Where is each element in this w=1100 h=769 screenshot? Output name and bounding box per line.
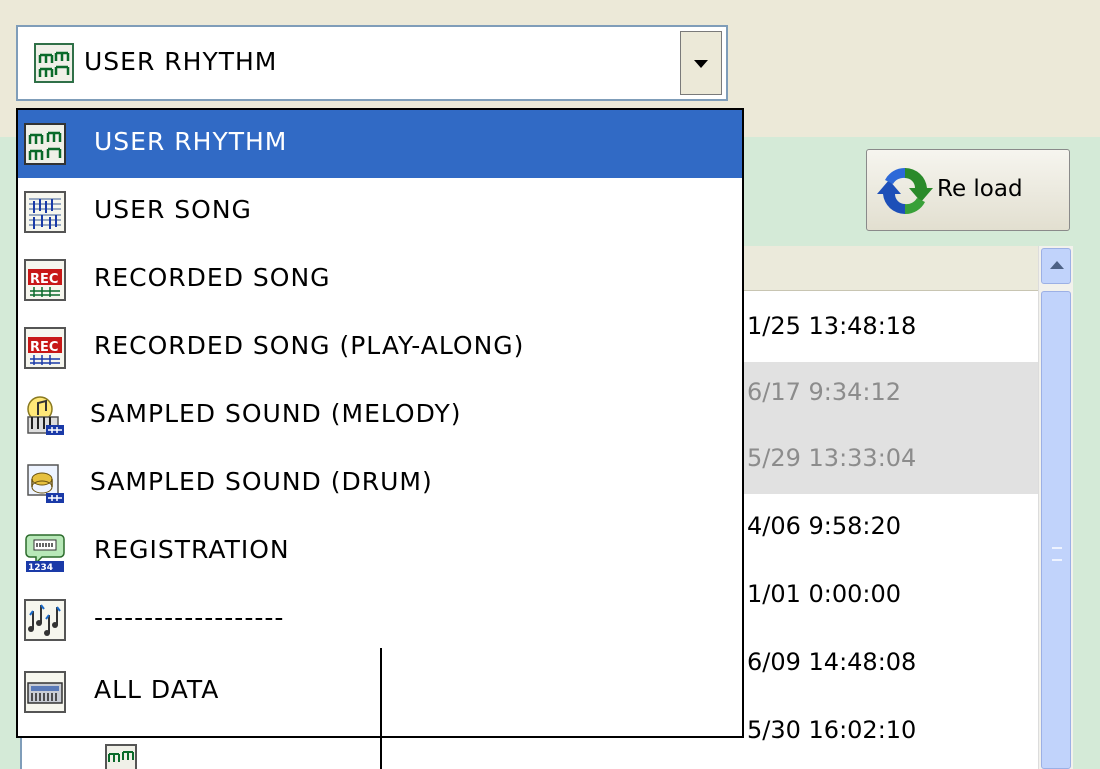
svg-text:REC: REC [30, 272, 58, 287]
row-timestamp: 6/17 9:34:12 [747, 378, 902, 406]
dropdown-item-user-rhythm[interactable]: USER RHYTHM [18, 110, 742, 178]
combobox-value: USER RHYTHM [84, 47, 278, 76]
sampled-sound-drum-icon [27, 464, 64, 503]
user-rhythm-icon [105, 744, 137, 769]
user-rhythm-icon [34, 43, 74, 83]
chevron-down-icon [694, 60, 708, 68]
dropdown-item-user-song[interactable]: USER SONG [18, 178, 742, 246]
svg-text:1234: 1234 [28, 563, 53, 573]
user-rhythm-icon [24, 123, 66, 165]
row-timestamp: 1/25 13:48:18 [747, 312, 917, 340]
dropdown-item-label: RECORDED SONG [94, 263, 331, 292]
dropdown-item-recorded-song[interactable]: REC RECORDED SONG [18, 246, 742, 314]
row-timestamp: 5/29 13:33:04 [747, 444, 917, 472]
dropdown-item-label: ALL DATA [94, 675, 220, 704]
chevron-up-icon [1050, 261, 1064, 269]
scroll-up-button[interactable] [1041, 248, 1071, 284]
dropdown-item-label: SAMPLED SOUND (DRUM) [90, 467, 433, 496]
row-timestamp: 1/01 0:00:00 [747, 580, 902, 608]
dropdown-item-registration[interactable]: 1234 REGISTRATION [18, 518, 742, 586]
reload-button-label: Re load [937, 176, 1023, 202]
dropdown-item-label: SAMPLED SOUND (MELODY) [90, 399, 462, 428]
keyboard-icon [24, 671, 66, 713]
reload-button[interactable]: Re load [866, 149, 1070, 231]
data-type-combobox[interactable]: USER RHYTHM [16, 25, 728, 101]
combobox-dropdown-button[interactable] [680, 31, 722, 95]
dropdown-item-label: ------------------- [94, 603, 285, 632]
dropdown-item-sampled-sound-drum[interactable]: SAMPLED SOUND (DRUM) [18, 450, 742, 518]
sampled-sound-melody-icon [27, 396, 64, 435]
music-notes-icon [24, 599, 66, 641]
vertical-scrollbar[interactable] [1038, 246, 1073, 769]
scroll-thumb[interactable] [1041, 291, 1071, 769]
data-type-dropdown-list[interactable]: USER RHYTHM USER SONG REC RECORDED SONG … [16, 108, 744, 738]
dropdown-item-label: USER RHYTHM [94, 127, 288, 156]
recorded-song-icon: REC [24, 327, 66, 369]
user-song-icon [24, 191, 66, 233]
row-timestamp: 4/06 9:58:20 [747, 512, 902, 540]
pointer-line [380, 648, 382, 769]
recorded-song-icon: REC [24, 259, 66, 301]
row-timestamp: 5/30 16:02:10 [747, 716, 917, 744]
dropdown-item-label: REGISTRATION [94, 535, 290, 564]
dropdown-item-separator[interactable]: ------------------- [18, 586, 742, 654]
registration-icon: 1234 [25, 534, 65, 573]
dropdown-item-recorded-song-play-along[interactable]: REC RECORDED SONG (PLAY-ALONG) [18, 314, 742, 382]
reload-icon [877, 167, 933, 215]
dropdown-item-label: RECORDED SONG (PLAY-ALONG) [94, 331, 525, 360]
grip-icon [1052, 547, 1062, 561]
row-timestamp: 6/09 14:48:08 [747, 648, 917, 676]
dropdown-item-label: USER SONG [94, 195, 252, 224]
svg-text:REC: REC [30, 340, 58, 355]
dropdown-item-sampled-sound-melody[interactable]: SAMPLED SOUND (MELODY) [18, 382, 742, 450]
